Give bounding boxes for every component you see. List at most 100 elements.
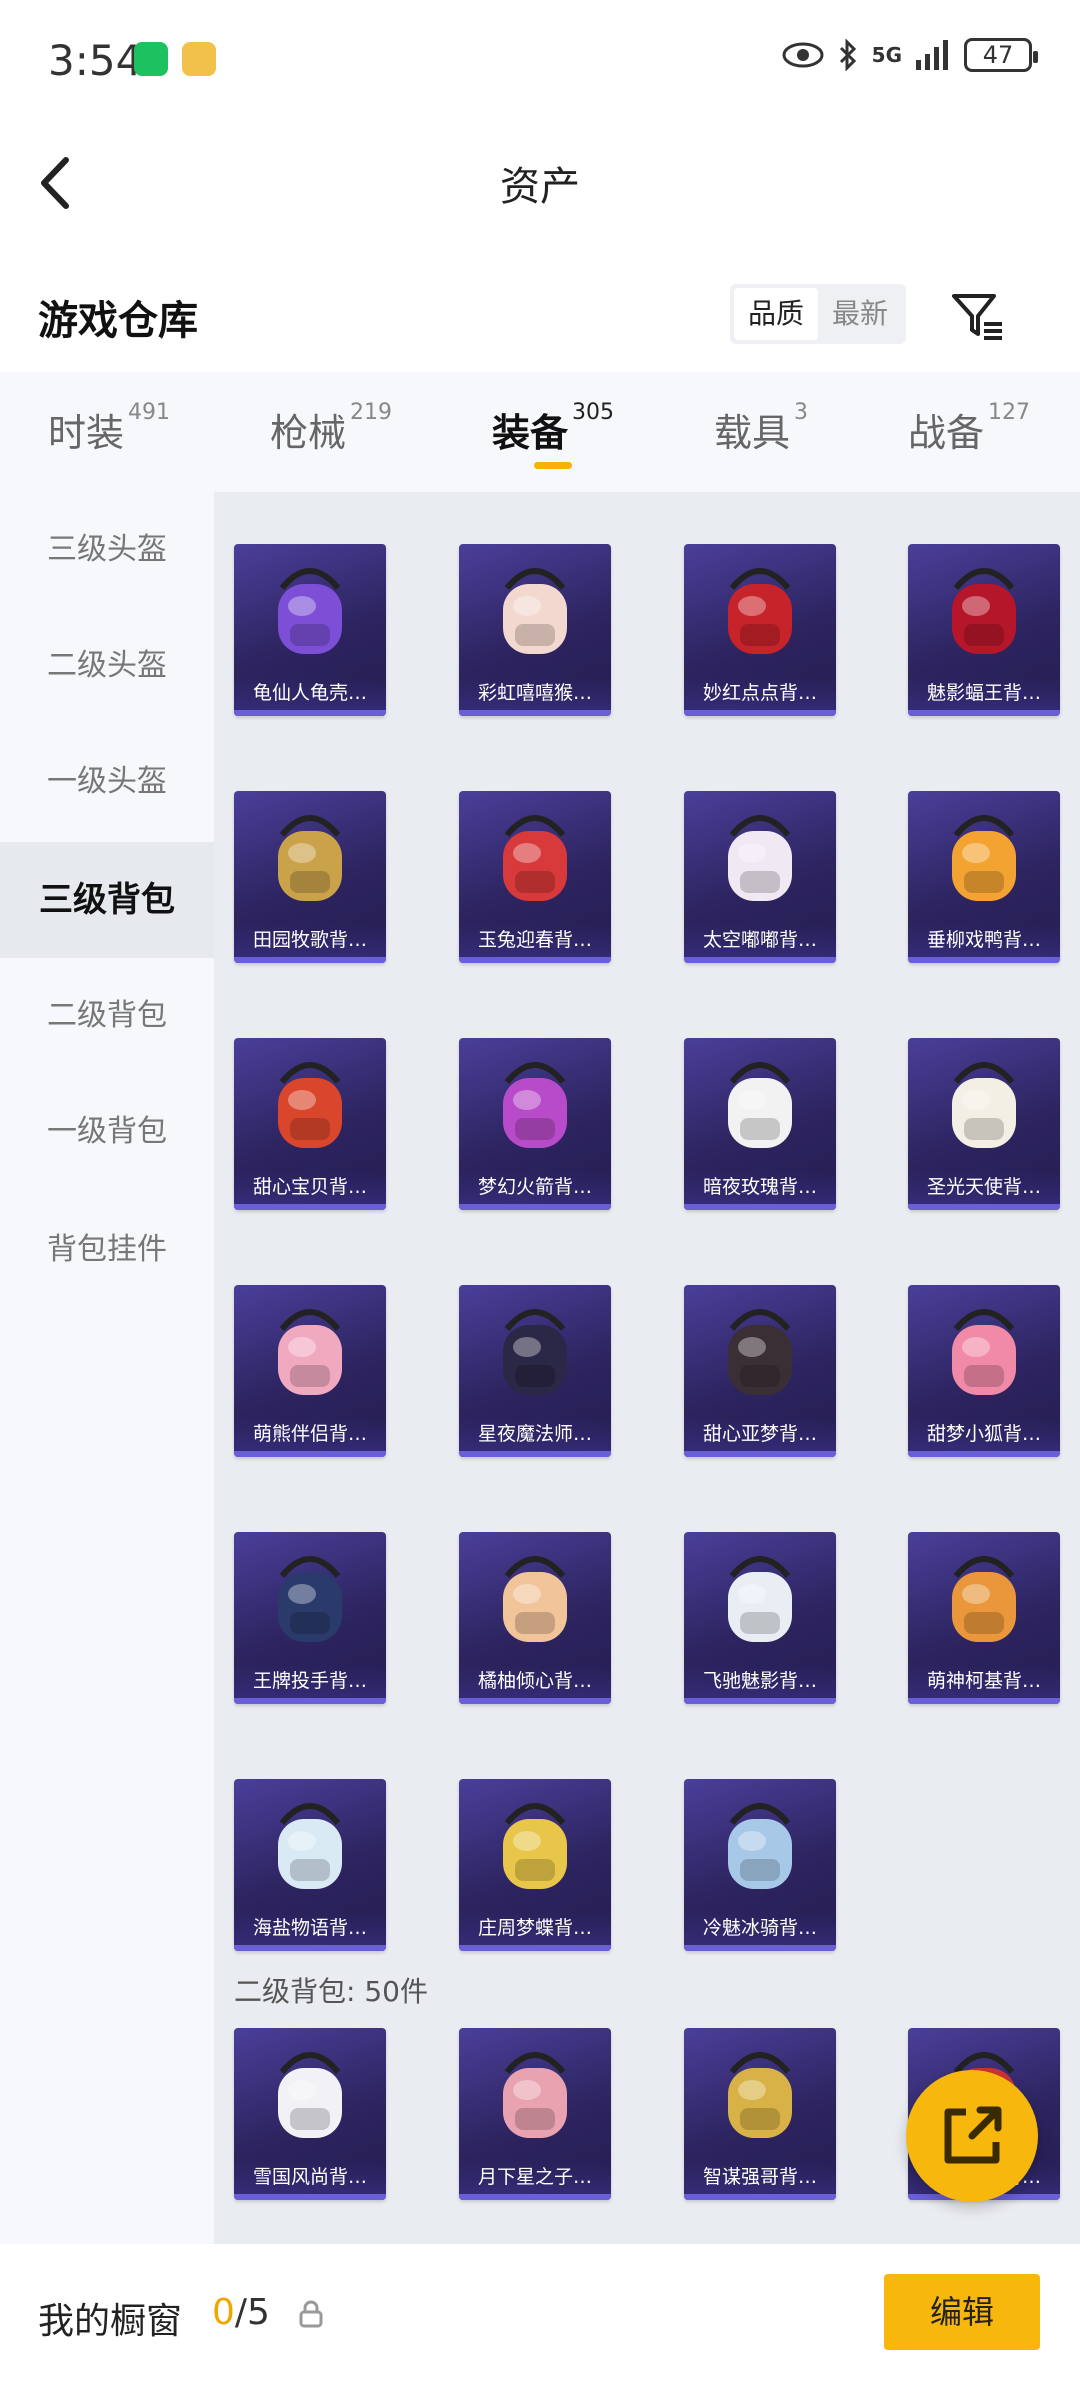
backpack-icon [503,1556,567,1642]
tab-equipment[interactable]: 装备 305 [492,400,614,457]
item-card[interactable]: 甜心宝贝背… [234,1038,386,1210]
filter-icon[interactable] [950,288,1006,344]
item-card[interactable]: 妙红点点背… [684,544,836,716]
sidebar-item-helmet-1[interactable]: 一级头盔 [0,724,214,840]
item-card[interactable]: 王牌投手背… [234,1532,386,1704]
rarity-strip [684,1698,836,1704]
item-name: 甜心亚梦背… [684,1417,836,1451]
tab-combat-gear[interactable]: 战备 127 [908,400,1030,457]
item-card[interactable]: 萌熊伴侣背… [234,1285,386,1457]
tab-vehicles[interactable]: 载具 3 [714,400,808,457]
backpack-icon [728,2052,792,2138]
backpack-icon [278,1062,342,1148]
item-card[interactable]: 圣光天使背… [908,1038,1060,1210]
item-card[interactable]: 智谋强哥背… [684,2028,836,2200]
section-label-backpack-2: 二级背包: 50件 [234,1975,428,2008]
backpack-icon [728,1803,792,1889]
item-card[interactable]: 星夜魔法师… [459,1285,611,1457]
item-card[interactable]: 冷魅冰骑背… [684,1779,836,1951]
item-name: 甜梦小狐背… [908,1417,1060,1451]
item-card[interactable]: 魅影蝠王背… [908,544,1060,716]
rarity-strip [459,957,611,963]
app-notification-icon [182,42,216,76]
backpack-icon [278,1803,342,1889]
item-name: 王牌投手背… [234,1664,386,1698]
item-name: 星夜魔法师… [459,1417,611,1451]
rarity-strip [684,2194,836,2200]
item-card[interactable]: 雪国风尚背… [234,2028,386,2200]
item-card[interactable]: 庄周梦蝶背… [459,1779,611,1951]
item-card[interactable]: 萌神柯基背… [908,1532,1060,1704]
tab-fashion[interactable]: 时装 491 [48,400,170,457]
rarity-strip [459,1451,611,1457]
item-card[interactable]: 龟仙人龟壳… [234,544,386,716]
tab-firearms[interactable]: 枪械 219 [270,400,392,457]
showcase-title: 我的橱窗 [38,2301,183,2342]
item-card[interactable]: 甜心亚梦背… [684,1285,836,1457]
rarity-strip [684,1945,836,1951]
item-card[interactable]: 暗夜玫瑰背… [684,1038,836,1210]
backpack-icon [278,1556,342,1642]
backpack-icon [728,1309,792,1395]
share-fab-button[interactable] [906,2070,1038,2202]
item-card[interactable]: 甜梦小狐背… [908,1285,1060,1457]
item-card[interactable]: 橘柚倾心背… [459,1532,611,1704]
backpack-icon [503,2052,567,2138]
item-card[interactable]: 彩虹嘻嘻猴… [459,544,611,716]
sidebar-item-backpack-charm[interactable]: 背包挂件 [0,1192,214,1308]
sidebar-item-backpack-2[interactable]: 二级背包 [0,958,214,1074]
item-card[interactable]: 垂柳戏鸭背… [908,791,1060,963]
sidebar-item-helmet-3[interactable]: 三级头盔 [0,492,214,608]
item-card[interactable]: 梦幻火箭背… [459,1038,611,1210]
item-name: 萌熊伴侣背… [234,1417,386,1451]
share-icon [944,2106,1002,2164]
item-name: 圣光天使背… [908,1170,1060,1204]
sidebar: 三级头盔 二级头盔 一级头盔 三级背包 二级背包 一级背包 背包挂件 [0,492,214,2244]
item-name: 妙红点点背… [684,676,836,710]
sidebar-item-backpack-3[interactable]: 三级背包 [0,842,214,958]
bluetooth-icon [839,39,856,71]
rarity-strip [234,2194,386,2200]
sidebar-item-backpack-1[interactable]: 一级背包 [0,1074,214,1190]
battery-icon: 47 [964,38,1038,72]
backpack-icon [503,1309,567,1395]
active-tab-indicator [534,462,572,469]
item-card[interactable]: 太空嘟嘟背… [684,791,836,963]
sort-toggle: 品质 最新 [730,284,906,344]
item-name: 垂柳戏鸭背… [908,923,1060,957]
item-name: 智谋强哥背… [684,2160,836,2194]
backpack-icon [728,1556,792,1642]
status-icons: 5G 47 [782,38,1038,72]
rarity-strip [908,1204,1060,1210]
nav-bar: 资产 [0,126,1080,246]
item-name: 飞驰魅影背… [684,1664,836,1698]
item-name: 甜心宝贝背… [234,1170,386,1204]
backpack-icon [503,1803,567,1889]
item-card[interactable]: 飞驰魅影背… [684,1532,836,1704]
item-card[interactable]: 海盐物语背… [234,1779,386,1951]
item-card[interactable]: 月下星之子… [459,2028,611,2200]
item-name: 太空嘟嘟背… [684,923,836,957]
rarity-strip [459,1945,611,1951]
item-name: 橘柚倾心背… [459,1664,611,1698]
backpack-icon [952,1062,1016,1148]
item-card[interactable]: 玉兔迎春背… [459,791,611,963]
item-name: 海盐物语背… [234,1911,386,1945]
backpack-icon [503,815,567,901]
item-name: 梦幻火箭背… [459,1170,611,1204]
eye-icon [782,42,824,68]
sidebar-item-helmet-2[interactable]: 二级头盔 [0,608,214,724]
backpack-icon [952,1556,1016,1642]
showcase-bar: 我的橱窗 0/5 编辑 [0,2244,1080,2381]
rarity-strip [908,1451,1060,1457]
sort-quality-button[interactable]: 品质 [734,288,818,340]
rarity-strip [908,710,1060,716]
item-card[interactable]: 田园牧歌背… [234,791,386,963]
sort-newest-button[interactable]: 最新 [818,288,902,340]
edit-button[interactable]: 编辑 [884,2274,1040,2350]
rarity-strip [234,957,386,963]
backpack-icon [278,815,342,901]
network-label: 5G [871,43,902,67]
rarity-strip [234,1204,386,1210]
rarity-strip [459,2194,611,2200]
